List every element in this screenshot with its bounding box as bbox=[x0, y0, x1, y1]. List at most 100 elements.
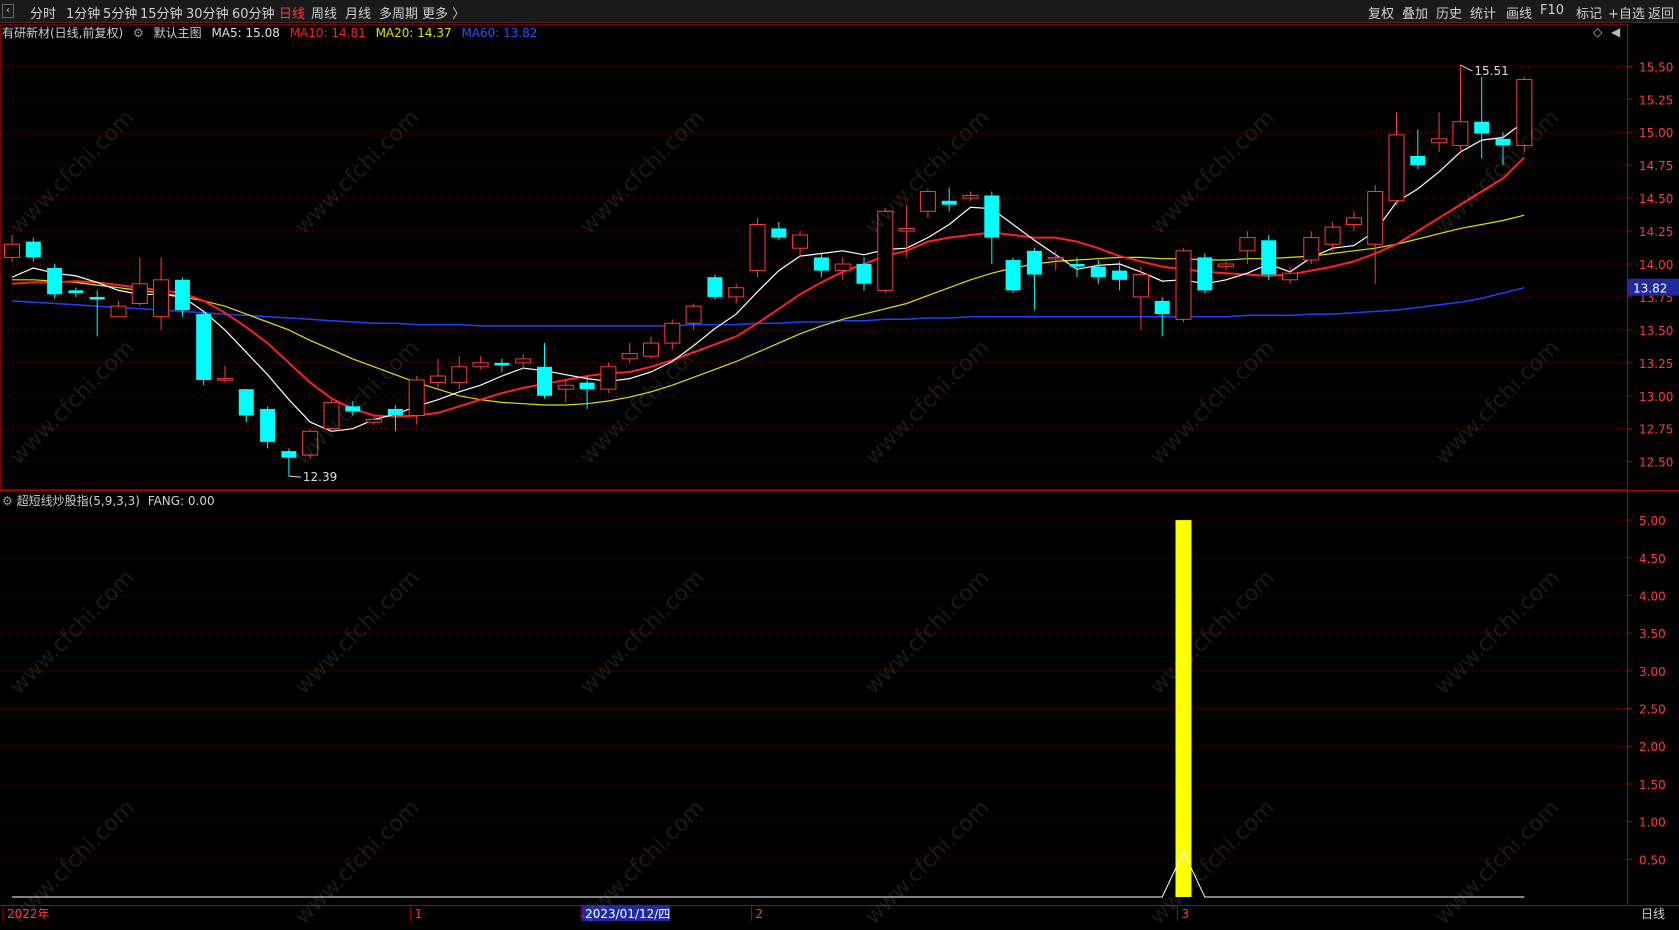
candle-body-up bbox=[1239, 237, 1256, 252]
candle-body-down bbox=[941, 200, 957, 205]
candle-body-up bbox=[749, 223, 766, 272]
candle-body-up bbox=[302, 430, 319, 456]
candle-body-up bbox=[131, 283, 148, 305]
time-label: 1 bbox=[415, 907, 423, 921]
candle-body-down bbox=[1069, 264, 1085, 267]
price-tick-label: 12.75 bbox=[1639, 423, 1673, 437]
low-marker bbox=[288, 475, 301, 478]
candle-body-up bbox=[1047, 256, 1064, 260]
price-axis: 15.5015.2515.0014.7514.5014.2514.0013.75… bbox=[1627, 60, 1679, 867]
candle-body-down bbox=[771, 228, 787, 238]
candle-body-down bbox=[345, 406, 361, 412]
candle-body-up bbox=[153, 279, 170, 318]
time-cursor-label: 2023/01/12/四 bbox=[585, 907, 670, 921]
candle-body-up bbox=[451, 366, 468, 384]
candle-body-up bbox=[1303, 237, 1320, 261]
candle-body-up bbox=[1367, 191, 1384, 245]
candle-body-up bbox=[1218, 263, 1235, 268]
candle-body-down bbox=[196, 314, 212, 380]
fang-line bbox=[12, 850, 1525, 898]
candle-body-down bbox=[1090, 266, 1106, 278]
price-tick-label: 13.00 bbox=[1639, 390, 1673, 404]
candle-body-up bbox=[1175, 250, 1192, 320]
candle-body-down bbox=[1261, 240, 1277, 275]
ma20-line bbox=[12, 214, 1525, 406]
price-tick-label: 12.50 bbox=[1639, 456, 1673, 470]
price-tick-label: 15.00 bbox=[1639, 126, 1673, 140]
candle-body-up bbox=[962, 194, 979, 199]
sub-tick-label: 4.50 bbox=[1639, 552, 1666, 566]
candle-body-down bbox=[1410, 155, 1426, 166]
sub-tick-label: 1.00 bbox=[1639, 816, 1666, 830]
low-label: 12.39 bbox=[303, 470, 337, 484]
candle-body-up bbox=[1282, 272, 1298, 281]
candle-body-down bbox=[238, 389, 254, 416]
time-axis: 2022年 1 2023/01/12/四 2 3 日线 bbox=[2, 905, 1665, 921]
sub-tick-label: 5.00 bbox=[1639, 514, 1666, 528]
sub-tick-label: 2.50 bbox=[1639, 703, 1666, 717]
price-tick-label: 14.75 bbox=[1639, 159, 1673, 173]
candle-body-down bbox=[281, 451, 297, 458]
candle-body-up bbox=[323, 401, 340, 430]
high-label: 15.51 bbox=[1474, 64, 1508, 78]
candle-body-down bbox=[856, 264, 872, 284]
candle-body-up bbox=[1324, 226, 1341, 245]
candle-body-up bbox=[515, 358, 532, 364]
candle-body-down bbox=[174, 279, 190, 311]
candle-body-up bbox=[792, 234, 809, 249]
price-tick-label: 14.50 bbox=[1639, 192, 1673, 206]
sub-tick-label: 2.00 bbox=[1639, 740, 1666, 754]
candle-body-up bbox=[685, 305, 702, 324]
candle-body-down bbox=[1154, 300, 1170, 315]
sub-tick-label: 3.50 bbox=[1639, 627, 1666, 641]
candle-body-down bbox=[1005, 260, 1021, 291]
candle-body-up bbox=[110, 305, 127, 318]
price-tick-label: 15.50 bbox=[1639, 60, 1673, 74]
candle-body-up bbox=[1516, 79, 1533, 146]
period-indicator-label: 日线 bbox=[1641, 907, 1665, 921]
sub-tick-label: 3.00 bbox=[1639, 665, 1666, 679]
candle-body-up bbox=[217, 378, 233, 381]
candle-body-down bbox=[68, 290, 84, 293]
candle-body-up bbox=[430, 375, 446, 384]
candle-body-down bbox=[260, 408, 276, 442]
candle-body-up bbox=[408, 379, 425, 417]
candle-body-up bbox=[1345, 217, 1362, 225]
candle-body-down bbox=[984, 195, 1000, 238]
kline-chart[interactable]: 15.5015.2515.0014.7514.5014.2514.0013.75… bbox=[0, 0, 1679, 921]
candle-body-down bbox=[707, 277, 723, 297]
candle-body-up bbox=[898, 227, 915, 232]
candle-body-down bbox=[1474, 121, 1490, 134]
candle-body-down bbox=[47, 267, 63, 295]
main-frame bbox=[0, 24, 1628, 490]
ma10-line bbox=[11, 156, 1526, 418]
candle-body-up bbox=[643, 342, 659, 357]
candle-body-up bbox=[664, 322, 681, 344]
price-tick-label: 13.25 bbox=[1639, 357, 1673, 371]
price-tick-label: 14.25 bbox=[1639, 225, 1673, 239]
price-tick-label: 14.00 bbox=[1639, 258, 1673, 272]
candle-body-down bbox=[813, 257, 829, 271]
candle-body-up bbox=[1431, 138, 1448, 144]
candles-layer: 15.51 12.39 bbox=[4, 64, 1533, 484]
candle-body-up bbox=[919, 191, 936, 212]
candle-body-down bbox=[25, 241, 41, 258]
candle-body-up bbox=[366, 418, 383, 423]
price-tick-label: 15.25 bbox=[1639, 93, 1673, 107]
candle-body-up bbox=[600, 366, 617, 390]
candle-body-up bbox=[1132, 274, 1149, 298]
candle-body-down bbox=[1112, 270, 1128, 280]
ma60-line bbox=[11, 286, 1525, 327]
candle-body-down bbox=[89, 296, 105, 300]
candle-body-up bbox=[1452, 121, 1469, 146]
current-price-label: 13.82 bbox=[1633, 282, 1667, 296]
candle-body-down bbox=[1197, 257, 1213, 291]
candle-body-up bbox=[4, 243, 20, 258]
candle-body-down bbox=[1026, 250, 1042, 275]
candle-body-up bbox=[1388, 134, 1405, 202]
sub-tick-label: 1.50 bbox=[1639, 778, 1666, 792]
candle-body-down bbox=[387, 408, 403, 416]
candle-body-up bbox=[877, 210, 894, 291]
candle-body-down bbox=[494, 362, 510, 366]
candle-body-down bbox=[537, 366, 552, 396]
